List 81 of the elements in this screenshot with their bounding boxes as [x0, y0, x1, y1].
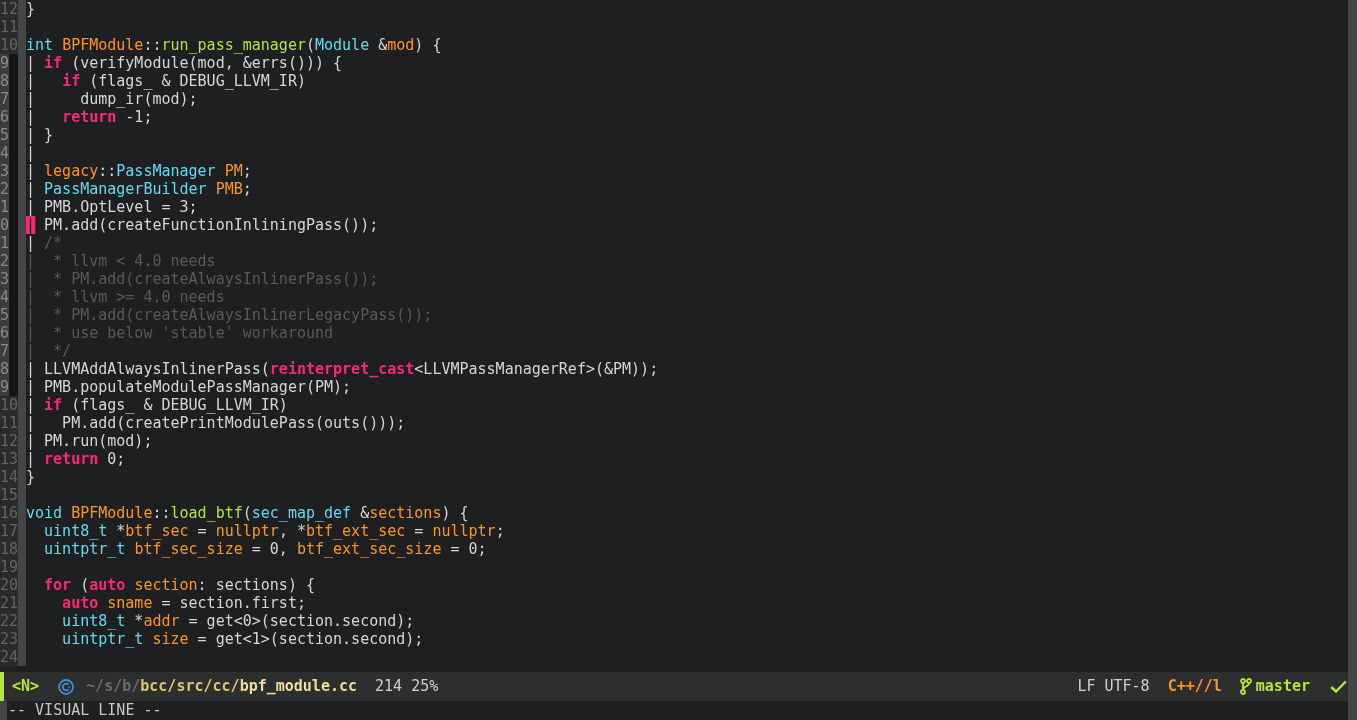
git-branch-icon [1239, 678, 1252, 695]
code-line: | PM.run(mod); [26, 432, 153, 450]
code-line: | * PM.add(createAlwaysInlinerLegacyPass()); [26, 306, 433, 324]
line-number: 11 [0, 18, 26, 36]
line-number: 4 [0, 288, 26, 306]
line-number: 14 [0, 468, 26, 486]
code-line: | PassManagerBuilder PMB; [26, 180, 252, 198]
code-line: | return -1; [26, 108, 153, 126]
evil-state-indicator: <N> [12, 676, 40, 698]
line-number: 0 [0, 216, 26, 234]
text-cursor: | [26, 216, 36, 234]
line-number: 23 [0, 630, 26, 648]
code-line: | [26, 144, 36, 162]
code-line: | dump_ir(mod); [26, 90, 198, 108]
line-number: 18 [0, 540, 26, 558]
line-number: 7 [0, 90, 26, 108]
line-number: 8 [0, 360, 26, 378]
code-line: uint8_t *addr = get<0>(section.second); [61, 612, 415, 630]
code-line: | PMB.OptLevel = 3; [26, 198, 198, 216]
line-number: 17 [0, 522, 26, 540]
code-line: | * llvm >= 4.0 needs [26, 288, 225, 306]
code-line: | } [26, 126, 54, 144]
line-number: 1 [0, 198, 26, 216]
code-line: } [26, 0, 36, 18]
code-line: int BPFModule::run_pass_manager(Module &mod) { [26, 36, 442, 54]
c-file-icon [58, 678, 75, 695]
code-line: | /* [26, 234, 63, 252]
line-number: 15 [0, 486, 26, 504]
line-number: 6 [0, 108, 26, 126]
line-number: 19 [0, 558, 26, 576]
line-number: 7 [0, 342, 26, 360]
line-number: 24 [0, 648, 26, 666]
line-number: 9 [0, 54, 26, 72]
line-number: 12 [0, 0, 26, 18]
major-mode-label: C++//l [1167, 676, 1222, 698]
encoding-label: LF UTF-8 [1077, 676, 1150, 698]
minibuffer-message: -- VISUAL LINE -- [8, 701, 162, 720]
line-number: 12 [0, 432, 26, 450]
line-number: 21 [0, 594, 26, 612]
code-line: | if (flags_ & DEBUG_LLVM_IR) [26, 396, 288, 414]
file-path: ~/s/b/bcc/src/cc/bpf_module.cc [86, 676, 358, 698]
code-line: | PM.add(createPrintModulePass(outs())); [26, 414, 406, 432]
line-number: 3 [0, 162, 26, 180]
fringe-strip [0, 701, 7, 720]
code-line: | if (flags_ & DEBUG_LLVM_IR) [26, 72, 306, 90]
line-number: 4 [0, 144, 26, 162]
line-number: 16 [0, 504, 26, 522]
code-line: | legacy::PassManager PM; [26, 162, 252, 180]
line-number: 22 [0, 612, 26, 630]
code-line: PM.add(createFunctionInliningPass()); [43, 216, 379, 234]
line-number: 10 [0, 36, 26, 54]
line-number: 13 [0, 450, 26, 468]
code-line: for (auto section: sections) { [43, 576, 315, 594]
code-line: | PMB.populateModulePassManager(PM); [26, 378, 352, 396]
code-line: auto sname = section.first; [61, 594, 306, 612]
line-number: 1 [0, 234, 26, 252]
code-line: } [26, 468, 36, 486]
line-number: 9 [0, 378, 26, 396]
line-number: 10 [0, 396, 26, 414]
line-number: 11 [0, 414, 26, 432]
code-line: | * PM.add(createAlwaysInlinerPass()); [26, 270, 379, 288]
code-line: | return 0; [26, 450, 126, 468]
cursor-position: 214 25% [375, 676, 439, 698]
line-number: 3 [0, 270, 26, 288]
line-number: 8 [0, 72, 26, 90]
line-number: 5 [0, 126, 26, 144]
line-number: 5 [0, 306, 26, 324]
code-line: | */ [26, 342, 72, 360]
code-line: | LLVMAddAlwaysInlinerPass(reinterpret_cast<LLVMPassManagerRef>(&PM)); [26, 360, 659, 378]
line-number: 20 [0, 576, 26, 594]
line-number: 2 [0, 252, 26, 270]
line-number: 2 [0, 180, 26, 198]
code-line: uintptr_t size = get<1>(section.second); [61, 630, 424, 648]
code-line: uint8_t *btf_sec = nullptr, *btf_ext_sec = nullptr; [43, 522, 505, 540]
code-line: void BPFModule::load_btf(sec_map_def &sections) { [26, 504, 469, 522]
code-line: | * llvm < 4.0 needs [26, 252, 216, 270]
code-line: | * use below 'stable' workaround [26, 324, 334, 342]
code-line: | if (verifyModule(mod, &errs())) { [26, 54, 343, 72]
line-number: 6 [0, 324, 26, 342]
git-branch-label: master [1255, 676, 1310, 698]
code-line: uintptr_t btf_sec_size = 0, btf_ext_sec_size = 0; [43, 540, 487, 558]
